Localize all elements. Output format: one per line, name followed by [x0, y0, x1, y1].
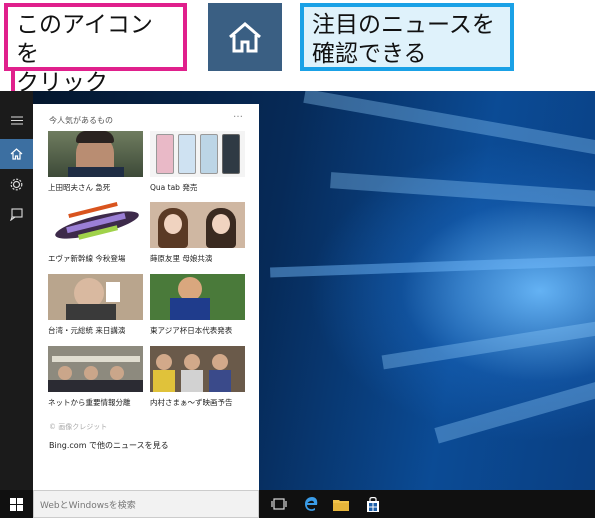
- start-button[interactable]: [0, 490, 33, 518]
- explorer-icon: [333, 499, 349, 511]
- news-caption: 蒔原友里 母娘共演: [150, 254, 213, 263]
- settings-button[interactable]: [0, 169, 33, 199]
- news-thumbnail: [48, 131, 143, 177]
- news-item[interactable]: Qua tab 発売: [150, 131, 245, 193]
- news-item[interactable]: 蒔原友里 母娘共演: [150, 202, 245, 264]
- store-button[interactable]: [358, 490, 388, 518]
- home-icon: [10, 148, 23, 160]
- panel-title: 今人気があるもの: [49, 116, 113, 125]
- bing-news-link[interactable]: Bing.com で他のニュースを見る: [49, 440, 169, 451]
- callout-news: 注目のニュースを 確認できる: [300, 3, 514, 71]
- news-item[interactable]: エヴァ新幹線 今秋登場: [48, 202, 143, 264]
- callout-line: 注目のニュースを: [312, 12, 495, 38]
- news-caption: エヴァ新幹線 今秋登場: [48, 254, 126, 263]
- gear-icon: [10, 178, 23, 190]
- feedback-icon: [10, 207, 23, 221]
- callout-click-icon: このアイコンを クリック: [4, 3, 187, 96]
- news-thumbnail: [150, 131, 245, 177]
- edge-icon: [305, 497, 318, 511]
- callout-line: 確認できる: [312, 41, 427, 67]
- image-credit: © 画像クレジット: [49, 423, 108, 431]
- news-caption: 台湾・元総統 来日講演: [48, 326, 126, 335]
- home-button[interactable]: [0, 139, 33, 169]
- news-panel: 今人気があるもの … 上田昭夫さん 急死 Qua tab 発売 エヴァ新幹線 今…: [33, 104, 259, 490]
- more-options-button[interactable]: …: [233, 109, 244, 120]
- home-icon: [229, 22, 261, 53]
- file-explorer-button[interactable]: [326, 490, 356, 518]
- taskbar: WebとWindowsを検索: [0, 490, 595, 518]
- news-item[interactable]: 内村さまぁ～ず映画予告: [150, 346, 245, 408]
- news-caption: 内村さまぁ～ず映画予告: [150, 398, 233, 407]
- feedback-button[interactable]: [0, 199, 33, 229]
- hamburger-icon: [10, 116, 23, 124]
- news-item[interactable]: ネットから重要情報分離: [48, 346, 143, 408]
- news-thumbnail: [48, 202, 143, 248]
- hamburger-menu-button[interactable]: [0, 105, 33, 135]
- callout-line: このアイコンを: [16, 12, 153, 67]
- news-thumbnail: [150, 202, 245, 248]
- news-caption: Qua tab 発売: [150, 183, 198, 192]
- windows-icon: [10, 497, 23, 511]
- news-caption: 上田昭夫さん 急死: [48, 183, 111, 192]
- news-thumbnail: [150, 274, 245, 320]
- cortana-sidebar: [0, 91, 33, 490]
- news-caption: 東アジア杯日本代表発表: [150, 326, 233, 335]
- edge-button[interactable]: [296, 490, 326, 518]
- news-item[interactable]: 台湾・元総統 来日講演: [48, 274, 143, 336]
- task-view-icon: [271, 498, 287, 510]
- news-thumbnail: [48, 346, 143, 392]
- news-thumbnail: [150, 346, 245, 392]
- news-caption: ネットから重要情報分離: [48, 398, 131, 407]
- news-item[interactable]: 上田昭夫さん 急死: [48, 131, 143, 193]
- task-view-button[interactable]: [264, 490, 294, 518]
- news-thumbnail: [48, 274, 143, 320]
- store-icon: [367, 496, 379, 512]
- news-item[interactable]: 東アジア杯日本代表発表: [150, 274, 245, 336]
- search-input[interactable]: WebとWindowsを検索: [33, 490, 259, 518]
- home-icon-enlarged: [208, 3, 282, 71]
